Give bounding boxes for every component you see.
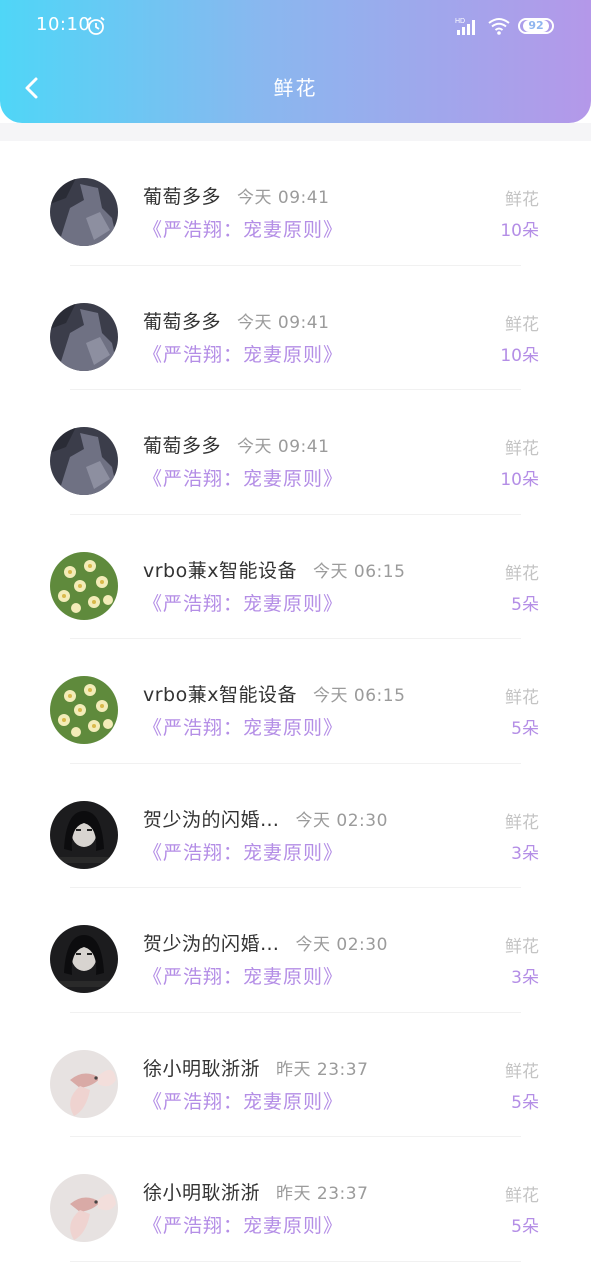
gift-count: 5朵 xyxy=(511,594,539,615)
record-time: 今天 06:15 xyxy=(313,686,406,706)
gift-type: 鲜花 xyxy=(505,563,539,584)
row-divider xyxy=(70,1260,521,1262)
record-header: vrbo蒹x智能设备 今天 06:15 xyxy=(143,680,405,707)
avatar[interactable] xyxy=(50,551,118,620)
user-name[interactable]: 葡萄多多 xyxy=(143,431,221,458)
record-header: 贺少沩的闪婚… 今天 02:30 xyxy=(143,805,388,832)
battery-indicator: 92 xyxy=(518,18,554,34)
gift-count: 3朵 xyxy=(511,843,539,864)
user-name[interactable]: 贺少沩的闪婚… xyxy=(143,929,280,956)
record-header: 葡萄多多 今天 09:41 xyxy=(143,307,329,334)
avatar[interactable] xyxy=(50,800,118,869)
gift-type: 鲜花 xyxy=(505,314,539,335)
record-header: 葡萄多多 今天 09:41 xyxy=(143,431,329,458)
record-time: 今天 02:30 xyxy=(295,810,388,831)
gift-type: 鲜花 xyxy=(505,1061,539,1082)
record-time: 今天 09:41 xyxy=(237,437,330,457)
book-title[interactable]: 《严浩翔：宠妻原则》 xyxy=(143,215,343,242)
book-title[interactable]: 《严浩翔：宠妻原则》 xyxy=(143,713,343,740)
book-title[interactable]: 《严浩翔：宠妻原则》 xyxy=(143,589,343,616)
section-divider xyxy=(0,123,591,141)
record-header: 徐小明耿浙浙 昨天 23:37 xyxy=(143,1178,368,1205)
gift-count: 10朵 xyxy=(500,345,539,366)
user-name[interactable]: vrbo蒹x智能设备 xyxy=(143,556,297,583)
gift-count: 3朵 xyxy=(511,968,539,988)
gift-type: 鲜花 xyxy=(505,1186,539,1206)
gift-record-row[interactable]: vrbo蒹x智能设备 今天 06:15 《严浩翔：宠妻原则》 鲜花 5朵 xyxy=(0,515,591,639)
gift-record-row[interactable]: 徐小明耿浙浙 昨天 23:37 《严浩翔：宠妻原则》 鲜花 5朵 xyxy=(0,1013,591,1137)
gift-type: 鲜花 xyxy=(505,190,539,210)
avatar[interactable] xyxy=(50,1049,118,1118)
record-time: 今天 02:30 xyxy=(295,935,388,955)
user-name[interactable]: vrbo蒹x智能设备 xyxy=(143,680,297,707)
record-time: 昨天 23:37 xyxy=(276,1184,369,1204)
gift-record-row[interactable]: vrbo蒹x智能设备 今天 06:15 《严浩翔：宠妻原则》 鲜花 5朵 xyxy=(0,639,591,764)
avatar[interactable] xyxy=(50,925,118,993)
alarm-icon xyxy=(87,16,105,35)
gift-type: 鲜花 xyxy=(505,439,539,459)
book-title[interactable]: 《严浩翔：宠妻原则》 xyxy=(143,1211,343,1238)
gift-count: 10朵 xyxy=(500,221,539,241)
record-time: 昨天 23:37 xyxy=(276,1059,369,1080)
gift-record-row[interactable]: 徐小明耿浙浙 昨天 23:37 《严浩翔：宠妻原则》 鲜花 5朵 xyxy=(0,1137,591,1262)
gift-record-row[interactable]: 葡萄多多 今天 09:41 《严浩翔：宠妻原则》 鲜花 10朵 xyxy=(0,266,591,390)
record-header: 贺少沩的闪婚… 今天 02:30 xyxy=(143,929,388,956)
network-badge: HD xyxy=(455,18,465,25)
avatar[interactable] xyxy=(50,676,118,744)
user-name[interactable]: 葡萄多多 xyxy=(143,182,221,209)
wifi-icon xyxy=(488,18,510,35)
book-title[interactable]: 《严浩翔：宠妻原则》 xyxy=(143,962,343,989)
book-title[interactable]: 《严浩翔：宠妻原则》 xyxy=(143,838,343,865)
gift-count: 5朵 xyxy=(511,1217,539,1237)
record-header: 葡萄多多 今天 09:41 xyxy=(143,182,329,209)
gift-type: 鲜花 xyxy=(505,937,539,957)
avatar[interactable] xyxy=(50,178,118,246)
gift-record-list: 葡萄多多 今天 09:41 《严浩翔：宠妻原则》 鲜花 10朵 葡萄多多 今天 … xyxy=(0,141,591,1262)
page-title: 鲜花 xyxy=(273,76,318,100)
status-time: 10:10 xyxy=(36,14,91,35)
avatar[interactable] xyxy=(50,1174,118,1242)
gift-count: 10朵 xyxy=(500,470,539,490)
gift-type: 鲜花 xyxy=(505,688,539,708)
avatar[interactable] xyxy=(50,302,118,371)
header-bar: 10:10 HD 92 鲜花 xyxy=(0,0,591,123)
battery-level: 92 xyxy=(523,20,549,32)
record-time: 今天 06:15 xyxy=(313,561,406,582)
gift-type: 鲜花 xyxy=(505,812,539,833)
signal-icon: HD xyxy=(455,18,475,35)
book-title[interactable]: 《严浩翔：宠妻原则》 xyxy=(143,340,343,367)
user-name[interactable]: 贺少沩的闪婚… xyxy=(143,805,280,832)
record-header: vrbo蒹x智能设备 今天 06:15 xyxy=(143,556,405,583)
record-time: 今天 09:41 xyxy=(237,188,330,208)
record-time: 今天 09:41 xyxy=(237,312,330,333)
gift-record-row[interactable]: 贺少沩的闪婚… 今天 02:30 《严浩翔：宠妻原则》 鲜花 3朵 xyxy=(0,888,591,1013)
gift-record-row[interactable]: 贺少沩的闪婚… 今天 02:30 《严浩翔：宠妻原则》 鲜花 3朵 xyxy=(0,764,591,888)
book-title[interactable]: 《严浩翔：宠妻原则》 xyxy=(143,464,343,491)
gift-record-row[interactable]: 葡萄多多 今天 09:41 《严浩翔：宠妻原则》 鲜花 10朵 xyxy=(0,141,591,266)
avatar[interactable] xyxy=(50,427,118,495)
record-header: 徐小明耿浙浙 昨天 23:37 xyxy=(143,1054,368,1081)
user-name[interactable]: 葡萄多多 xyxy=(143,307,221,334)
gift-record-row[interactable]: 葡萄多多 今天 09:41 《严浩翔：宠妻原则》 鲜花 10朵 xyxy=(0,390,591,515)
user-name[interactable]: 徐小明耿浙浙 xyxy=(143,1054,260,1081)
book-title[interactable]: 《严浩翔：宠妻原则》 xyxy=(143,1087,343,1114)
gift-count: 5朵 xyxy=(511,1092,539,1113)
user-name[interactable]: 徐小明耿浙浙 xyxy=(143,1178,260,1205)
gift-count: 5朵 xyxy=(511,719,539,739)
